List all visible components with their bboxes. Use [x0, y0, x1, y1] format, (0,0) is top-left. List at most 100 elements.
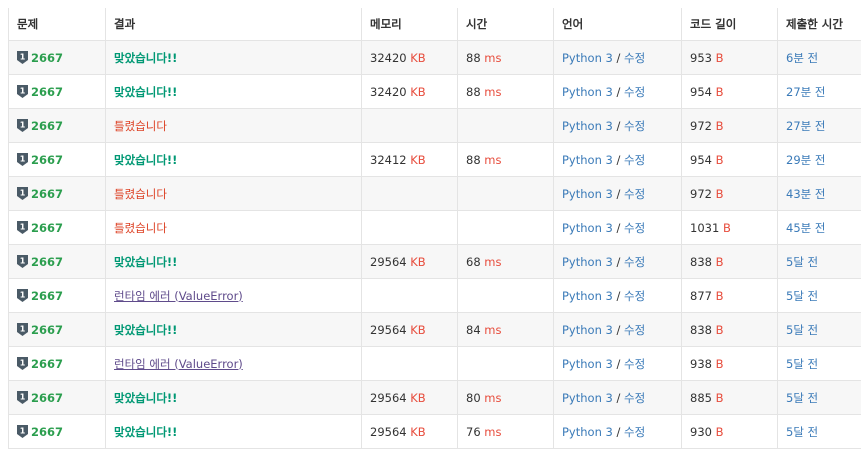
- problem-link[interactable]: 2667: [31, 357, 63, 371]
- language-link[interactable]: Python 3: [562, 153, 613, 167]
- memory-unit: KB: [410, 424, 426, 439]
- problem-link[interactable]: 2667: [31, 85, 63, 99]
- time-cell: [457, 176, 554, 211]
- language-separator: /: [616, 288, 621, 303]
- time-cell: 88 ms: [457, 142, 554, 177]
- language-link[interactable]: Python 3: [562, 357, 613, 371]
- result-text[interactable]: 맞았습니다!!: [114, 391, 177, 405]
- code-length-value[interactable]: 954: [690, 153, 712, 167]
- code-length-value[interactable]: 885: [690, 391, 712, 405]
- code-length-unit: B: [715, 424, 724, 439]
- memory-value: 29564: [370, 254, 407, 269]
- submitted-time-link[interactable]: 5달 전: [786, 323, 818, 337]
- submitted-time-cell: 43분 전: [777, 176, 861, 211]
- header-result[interactable]: 결과: [105, 8, 362, 41]
- result-text[interactable]: 맞았습니다!!: [114, 255, 177, 269]
- language-link[interactable]: Python 3: [562, 187, 613, 201]
- result-text[interactable]: 틀렸습니다: [114, 187, 167, 201]
- problem-link[interactable]: 2667: [31, 51, 63, 65]
- problem-link[interactable]: 2667: [31, 119, 63, 133]
- language-link[interactable]: Python 3: [562, 289, 613, 303]
- problem-link[interactable]: 2667: [31, 255, 63, 269]
- submitted-time-link[interactable]: 5달 전: [786, 391, 818, 405]
- header-time[interactable]: 시간: [457, 8, 554, 41]
- result-cell: 런타임 에러 (ValueError): [105, 278, 362, 313]
- time-cell: 88 ms: [457, 40, 554, 75]
- problem-link[interactable]: 2667: [31, 425, 63, 439]
- result-cell: 틀렸습니다: [105, 210, 362, 245]
- language-link[interactable]: Python 3: [562, 391, 613, 405]
- submitted-time-link[interactable]: 27분 전: [786, 119, 825, 133]
- edit-link[interactable]: 수정: [624, 51, 645, 65]
- submitted-time-link[interactable]: 43분 전: [786, 187, 825, 201]
- edit-link[interactable]: 수정: [624, 255, 645, 269]
- language-separator: /: [616, 50, 621, 65]
- code-length-value[interactable]: 972: [690, 187, 712, 201]
- problem-cell: 1 2667: [8, 40, 106, 75]
- code-length-value[interactable]: 838: [690, 255, 712, 269]
- language-link[interactable]: Python 3: [562, 221, 613, 235]
- submitted-time-link[interactable]: 5달 전: [786, 357, 818, 371]
- submitted-time-link[interactable]: 6분 전: [786, 51, 818, 65]
- result-text[interactable]: 맞았습니다!!: [114, 51, 177, 65]
- problem-cell: 1 2667: [8, 380, 106, 415]
- code-length-value[interactable]: 954: [690, 85, 712, 99]
- problem-link[interactable]: 2667: [31, 153, 63, 167]
- result-text[interactable]: 맞았습니다!!: [114, 425, 177, 439]
- submitted-time-link[interactable]: 27분 전: [786, 85, 825, 99]
- code-length-value[interactable]: 938: [690, 357, 712, 371]
- code-length-value[interactable]: 953: [690, 51, 712, 65]
- language-link[interactable]: Python 3: [562, 51, 613, 65]
- header-submitted-time[interactable]: 제출한 시간: [777, 8, 861, 41]
- result-text[interactable]: 런타임 에러 (ValueError): [114, 357, 243, 371]
- language-link[interactable]: Python 3: [562, 323, 613, 337]
- problem-link[interactable]: 2667: [31, 221, 63, 235]
- problem-link[interactable]: 2667: [31, 391, 63, 405]
- language-link[interactable]: Python 3: [562, 255, 613, 269]
- submitted-time-link[interactable]: 29분 전: [786, 153, 825, 167]
- submitted-time-link[interactable]: 5달 전: [786, 289, 818, 303]
- result-text[interactable]: 틀렸습니다: [114, 119, 167, 133]
- header-problem[interactable]: 문제: [8, 8, 106, 41]
- svg-text:1: 1: [20, 392, 26, 401]
- language-link[interactable]: Python 3: [562, 85, 613, 99]
- result-text[interactable]: 런타임 에러 (ValueError): [114, 289, 243, 303]
- submitted-time-link[interactable]: 5달 전: [786, 255, 818, 269]
- edit-link[interactable]: 수정: [624, 425, 645, 439]
- submitted-time-cell: 5달 전: [777, 278, 861, 313]
- result-text[interactable]: 맞았습니다!!: [114, 85, 177, 99]
- header-language[interactable]: 언어: [553, 8, 682, 41]
- code-length-value[interactable]: 838: [690, 323, 712, 337]
- header-code-length[interactable]: 코드 길이: [681, 8, 778, 41]
- result-text[interactable]: 맞았습니다!!: [114, 153, 177, 167]
- language-separator: /: [616, 186, 621, 201]
- problem-link[interactable]: 2667: [31, 187, 63, 201]
- submitted-time-link[interactable]: 45분 전: [786, 221, 825, 235]
- submitted-time-cell: 45분 전: [777, 210, 861, 245]
- code-length-value[interactable]: 877: [690, 289, 712, 303]
- time-cell: 88 ms: [457, 74, 554, 109]
- edit-link[interactable]: 수정: [624, 289, 645, 303]
- edit-link[interactable]: 수정: [624, 357, 645, 371]
- problem-link[interactable]: 2667: [31, 289, 63, 303]
- edit-link[interactable]: 수정: [624, 119, 645, 133]
- problem-link[interactable]: 2667: [31, 323, 63, 337]
- edit-link[interactable]: 수정: [624, 153, 645, 167]
- time-cell: 80 ms: [457, 380, 554, 415]
- code-length-cell: 953 B: [681, 40, 778, 75]
- edit-link[interactable]: 수정: [624, 85, 645, 99]
- code-length-value[interactable]: 972: [690, 119, 712, 133]
- edit-link[interactable]: 수정: [624, 323, 645, 337]
- language-separator: /: [616, 152, 621, 167]
- submitted-time-link[interactable]: 5달 전: [786, 425, 818, 439]
- code-length-value[interactable]: 1031: [690, 221, 719, 235]
- code-length-value[interactable]: 930: [690, 425, 712, 439]
- result-text[interactable]: 맞았습니다!!: [114, 323, 177, 337]
- edit-link[interactable]: 수정: [624, 221, 645, 235]
- edit-link[interactable]: 수정: [624, 391, 645, 405]
- result-text[interactable]: 틀렸습니다: [114, 221, 167, 235]
- language-link[interactable]: Python 3: [562, 425, 613, 439]
- header-memory[interactable]: 메모리: [361, 8, 458, 41]
- edit-link[interactable]: 수정: [624, 187, 645, 201]
- language-link[interactable]: Python 3: [562, 119, 613, 133]
